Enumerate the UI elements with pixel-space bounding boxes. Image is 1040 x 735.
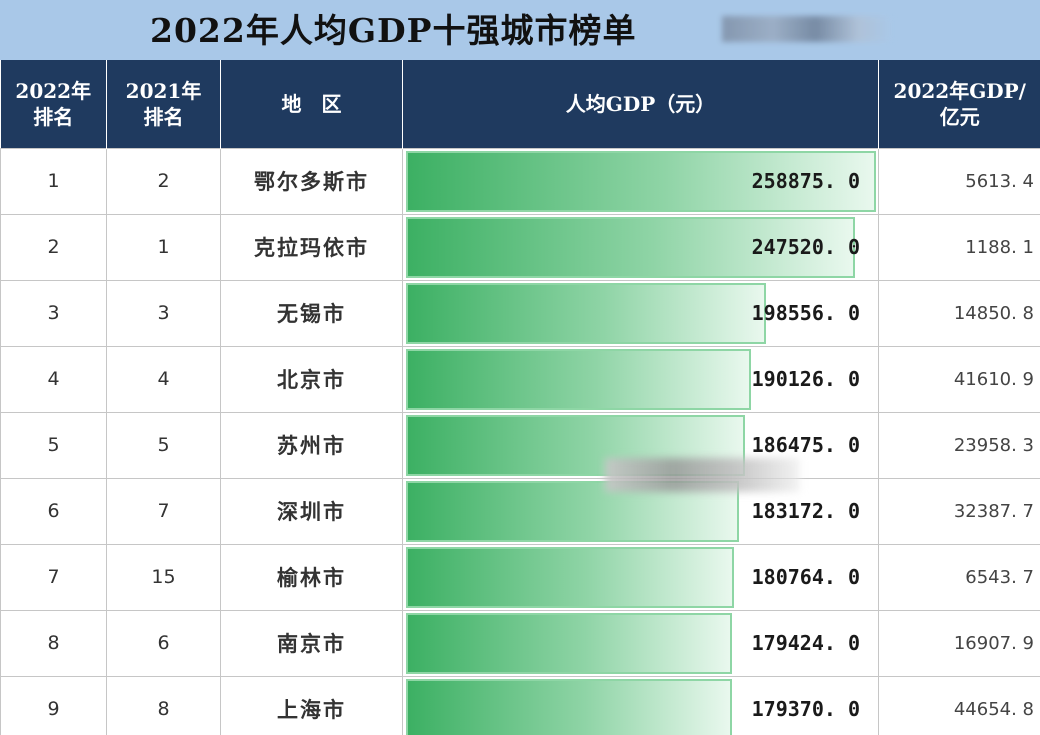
city-cell: 苏州市	[220, 411, 403, 479]
rank-2022-cell: 2	[0, 213, 107, 281]
header-rank-2022-line1: 2022年	[15, 78, 92, 103]
city-cell: 深圳市	[220, 477, 403, 545]
header-gdp-total: 2022年GDP/ 亿元	[878, 60, 1040, 148]
rank-2021-cell: 7	[106, 477, 221, 545]
gdp-total-cell: 32387. 7	[878, 477, 1040, 545]
rank-2022-cell: 8	[0, 609, 107, 677]
table-row: 6 7 深圳市 183172. 0 32387. 7	[0, 477, 1040, 545]
gdp-per-capita-cell: 190126. 0	[402, 345, 879, 413]
gdp-per-capita-cell: 180764. 0	[402, 543, 879, 611]
city-cell: 南京市	[220, 609, 403, 677]
gdp-per-capita-bar	[406, 546, 734, 608]
gdp-total-cell: 14850. 8	[878, 279, 1040, 347]
table-header-row: 2022年 排名 2021年 排名 地 区 人均GDP（元） 2022年GDP/…	[0, 60, 1040, 148]
gdp-per-capita-cell: 179370. 0	[402, 675, 879, 735]
table-row: 4 4 北京市 190126. 0 41610. 9	[0, 345, 1040, 413]
gdp-total-cell: 23958. 3	[878, 411, 1040, 479]
ranking-table: 2022年 排名 2021年 排名 地 区 人均GDP（元） 2022年GDP/…	[0, 60, 1040, 735]
header-rank-2022-line2: 排名	[33, 104, 74, 129]
table-row: 9 8 上海市 179370. 0 44654. 8	[0, 675, 1040, 735]
rank-2021-cell: 15	[106, 543, 221, 611]
gdp-per-capita-cell: 258875. 0	[402, 147, 879, 215]
rank-2021-cell: 6	[106, 609, 221, 677]
rank-2021-cell: 3	[106, 279, 221, 347]
city-cell: 榆林市	[220, 543, 403, 611]
header-gdp-total-line1: 2022年GDP/	[893, 78, 1026, 103]
rank-2021-cell: 2	[106, 147, 221, 215]
gdp-per-capita-value: 179424. 0	[751, 631, 860, 655]
rank-2022-cell: 5	[0, 411, 107, 479]
header-rank-2021-line1: 2021年	[125, 78, 202, 103]
rank-2022-cell: 7	[0, 543, 107, 611]
gdp-per-capita-bar	[406, 282, 766, 344]
city-cell: 北京市	[220, 345, 403, 413]
gdp-per-capita-cell: 198556. 0	[402, 279, 879, 347]
rank-2021-cell: 5	[106, 411, 221, 479]
city-cell: 无锡市	[220, 279, 403, 347]
header-gdp-total-line2: 亿元	[939, 104, 980, 129]
blurred-watermark	[722, 16, 892, 42]
rank-2022-cell: 6	[0, 477, 107, 545]
table-row: 5 5 苏州市 186475. 0 23958. 3	[0, 411, 1040, 479]
rank-2022-cell: 9	[0, 675, 107, 735]
gdp-per-capita-cell: 179424. 0	[402, 609, 879, 677]
header-rank-2021-line2: 排名	[143, 104, 184, 129]
table-row: 2 1 克拉玛依市 247520. 0 1188. 1	[0, 213, 1040, 281]
header-region: 地 区	[220, 60, 403, 148]
rank-2021-cell: 4	[106, 345, 221, 413]
gdp-per-capita-bar	[406, 678, 732, 735]
city-cell: 鄂尔多斯市	[220, 147, 403, 215]
table-row: 1 2 鄂尔多斯市 258875. 0 5613. 4	[0, 147, 1040, 215]
header-rank-2021: 2021年 排名	[106, 60, 221, 148]
gdp-per-capita-value: 247520. 0	[751, 235, 860, 259]
rank-2021-cell: 8	[106, 675, 221, 735]
gdp-total-cell: 1188. 1	[878, 213, 1040, 281]
gdp-per-capita-cell: 247520. 0	[402, 213, 879, 281]
table-row: 8 6 南京市 179424. 0 16907. 9	[0, 609, 1040, 677]
page-title: 2022年人均GDP十强城市榜单	[150, 11, 637, 50]
rank-2022-cell: 4	[0, 345, 107, 413]
gdp-total-cell: 41610. 9	[878, 345, 1040, 413]
gdp-total-cell: 5613. 4	[878, 147, 1040, 215]
gdp-total-cell: 16907. 9	[878, 609, 1040, 677]
gdp-per-capita-bar	[406, 348, 751, 410]
gdp-total-cell: 6543. 7	[878, 543, 1040, 611]
gdp-per-capita-value: 198556. 0	[751, 301, 860, 325]
city-cell: 上海市	[220, 675, 403, 735]
rank-2021-cell: 1	[106, 213, 221, 281]
gdp-per-capita-value: 179370. 0	[751, 697, 860, 721]
city-cell: 克拉玛依市	[220, 213, 403, 281]
gdp-per-capita-value: 190126. 0	[751, 367, 860, 391]
gdp-per-capita-value: 180764. 0	[751, 565, 860, 589]
blurred-watermark-center	[605, 458, 800, 492]
table-row: 7 15 榆林市 180764. 0 6543. 7	[0, 543, 1040, 611]
rank-2022-cell: 3	[0, 279, 107, 347]
header-gdp-per-capita: 人均GDP（元）	[402, 60, 879, 148]
table-body: 1 2 鄂尔多斯市 258875. 0 5613. 4 2 1 克拉玛依市 247520. 01…	[0, 147, 1040, 735]
gdp-total-cell: 44654. 8	[878, 675, 1040, 735]
rank-2022-cell: 1	[0, 147, 107, 215]
gdp-per-capita-bar	[406, 612, 732, 674]
gdp-per-capita-value: 258875. 0	[751, 169, 860, 193]
title-bar: 2022年人均GDP十强城市榜单	[0, 0, 1040, 60]
header-rank-2022: 2022年 排名	[0, 60, 107, 148]
table-row: 3 3 无锡市 198556. 0 14850. 8	[0, 279, 1040, 347]
